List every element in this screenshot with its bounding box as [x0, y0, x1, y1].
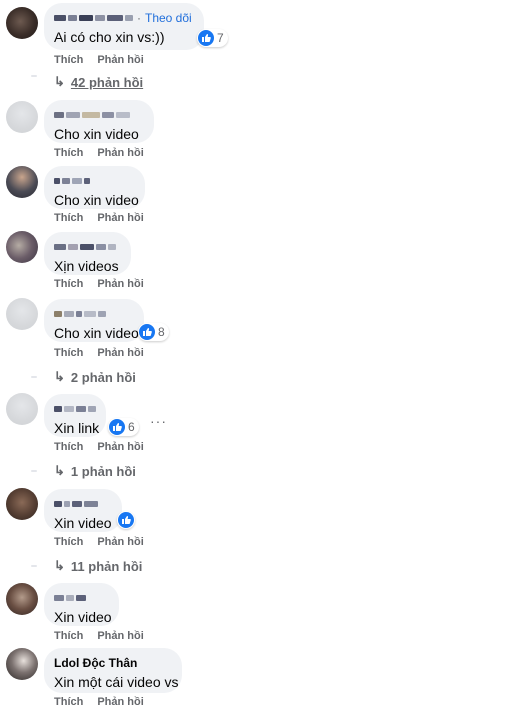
- comment-bubble: Cho xin video: [44, 299, 144, 342]
- author-name-blurred[interactable]: [54, 111, 130, 119]
- reply-button[interactable]: Phản hồi: [97, 54, 143, 66]
- like-button[interactable]: Thích: [54, 630, 83, 642]
- replies-label: 42 phản hồi: [70, 74, 144, 90]
- avatar[interactable]: [6, 488, 38, 520]
- thumbs-up-icon: [109, 419, 125, 435]
- comment-bubble: Cho xin video: [44, 100, 154, 143]
- thread-dash: [31, 376, 37, 378]
- reply-button[interactable]: Phản hồi: [97, 630, 143, 642]
- author-name-blurred[interactable]: [54, 500, 98, 508]
- replies-label: 1 phản hồi: [70, 463, 136, 479]
- comment-text: Cho xin video: [54, 192, 139, 208]
- author-name-blurred[interactable]: [54, 14, 133, 22]
- avatar[interactable]: [6, 298, 38, 330]
- like-button[interactable]: Thích: [54, 536, 83, 548]
- comment-text: Xin link: [54, 420, 100, 436]
- author-name-blurred[interactable]: [54, 405, 96, 413]
- replies-label: 11 phản hồi: [70, 558, 143, 574]
- reaction-count[interactable]: 6: [108, 418, 139, 436]
- view-replies-link[interactable]: ↳ 42 phản hồi: [54, 74, 143, 90]
- author-name-blurred[interactable]: [54, 310, 106, 318]
- comment-text: Ai có cho xin vs:)): [54, 29, 165, 45]
- reaction-count[interactable]: [117, 511, 135, 529]
- separator-dot: ·: [137, 11, 141, 25]
- avatar[interactable]: [6, 648, 38, 680]
- reply-arrow-icon: ↳: [54, 463, 65, 478]
- like-count: 6: [128, 420, 135, 434]
- like-count: 7: [217, 31, 224, 45]
- reply-button[interactable]: Phản hồi: [97, 441, 143, 453]
- comment-text: Xin video: [54, 515, 112, 531]
- like-button[interactable]: Thích: [54, 441, 83, 453]
- thread-dash: [31, 565, 37, 567]
- like-button[interactable]: Thích: [54, 278, 83, 290]
- like-count: 8: [158, 325, 165, 339]
- like-button[interactable]: Thích: [54, 54, 83, 66]
- thumbs-up-icon: [139, 324, 155, 340]
- reaction-count[interactable]: 8: [138, 323, 169, 341]
- avatar[interactable]: [6, 231, 38, 263]
- comment-text: Cho xin video: [54, 126, 139, 142]
- like-button[interactable]: Thích: [54, 696, 83, 708]
- avatar[interactable]: [6, 393, 38, 425]
- like-button[interactable]: Thích: [54, 347, 83, 359]
- more-options-icon[interactable]: ···: [150, 413, 167, 429]
- reply-button[interactable]: Phản hồi: [97, 696, 143, 708]
- author-name-blurred[interactable]: [54, 594, 86, 602]
- replies-label: 2 phản hồi: [70, 369, 136, 385]
- thread-dash: [31, 470, 37, 472]
- view-replies-link[interactable]: ↳ 11 phản hồi: [54, 558, 142, 574]
- reply-button[interactable]: Phản hồi: [97, 347, 143, 359]
- reply-button[interactable]: Phản hồi: [97, 536, 143, 548]
- like-button[interactable]: Thích: [54, 147, 83, 159]
- comment-text: Xịn videos: [54, 258, 119, 274]
- view-replies-link[interactable]: ↳ 2 phản hồi: [54, 369, 136, 385]
- like-button[interactable]: Thích: [54, 212, 83, 224]
- thread-dash: [31, 75, 37, 77]
- thumbs-up-icon: [118, 512, 134, 528]
- comment-text: Cho xin video: [54, 325, 139, 341]
- author-name[interactable]: Ldol Độc Thân: [54, 656, 137, 670]
- comment-bubble: · Theo dõi Ai có cho xin vs:)): [44, 3, 204, 50]
- avatar[interactable]: [6, 7, 38, 39]
- avatar[interactable]: [6, 101, 38, 133]
- thumbs-up-icon: [198, 30, 214, 46]
- avatar[interactable]: [6, 583, 38, 615]
- comment-bubble: Ldol Độc Thân Xin một cái video vs: [44, 648, 182, 693]
- reply-arrow-icon: ↳: [54, 369, 65, 384]
- comment-bubble: Xin video: [44, 583, 119, 626]
- reply-arrow-icon: ↳: [54, 558, 65, 573]
- author-name-blurred[interactable]: [54, 177, 90, 185]
- comment-text: Xin video: [54, 609, 112, 625]
- avatar[interactable]: [6, 166, 38, 198]
- comment-text: Xin một cái video vs: [54, 674, 179, 690]
- comment-bubble: Xin video: [44, 489, 122, 532]
- comment-bubble: Cho xin video: [44, 166, 145, 209]
- reaction-count[interactable]: 7: [197, 29, 228, 47]
- comment-bubble: Xin link: [44, 394, 106, 437]
- comment-bubble: Xịn videos: [44, 232, 131, 275]
- reply-arrow-icon: ↳: [54, 74, 65, 89]
- reply-button[interactable]: Phản hồi: [97, 212, 143, 224]
- reply-button[interactable]: Phản hồi: [97, 278, 143, 290]
- author-name-blurred[interactable]: [54, 243, 116, 251]
- reply-button[interactable]: Phản hồi: [97, 147, 143, 159]
- follow-link[interactable]: Theo dõi: [145, 11, 192, 25]
- view-replies-link[interactable]: ↳ 1 phản hồi: [54, 463, 136, 479]
